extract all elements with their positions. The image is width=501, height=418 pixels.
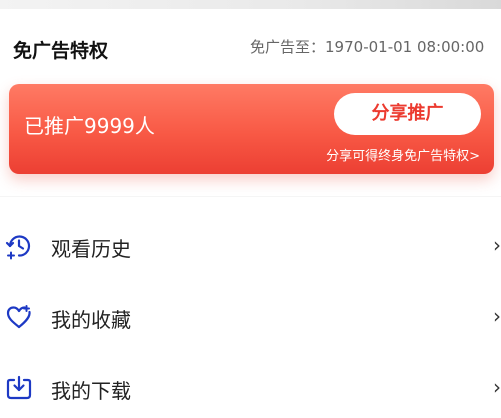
menu-label-favorites: 我的收藏 (51, 308, 131, 332)
chevron-right-icon: › (493, 304, 501, 328)
chevron-right-icon: › (493, 233, 501, 257)
vip-expire-date: 1970-01-01 08:00:00 (325, 38, 485, 56)
menu-item-favorites[interactable]: 我的收藏 › (0, 287, 501, 347)
share-promote-button[interactable]: 分享推广 (334, 93, 481, 135)
menu-label-history: 观看历史 (51, 237, 131, 261)
menu-item-history[interactable]: 观看历史 › (0, 216, 501, 276)
vip-title: 免广告特权 (13, 40, 109, 62)
menu-item-downloads[interactable]: 我的下载 › (0, 358, 501, 418)
vip-expire-label: 免广告至： (250, 38, 326, 56)
promo-note-link[interactable]: 分享可得终身免广告特权> (326, 145, 480, 164)
promo-banner: 已推广9999人 分享推广 分享可得终身免广告特权> (9, 84, 494, 174)
download-icon (5, 374, 33, 402)
vip-expire: 免广告至：1970-01-01 08:00:00 (250, 36, 484, 57)
history-icon (5, 232, 33, 260)
promo-count: 已推广9999人 (24, 114, 155, 138)
divider (0, 196, 501, 197)
chevron-right-icon: › (493, 375, 501, 399)
header-background (0, 0, 501, 9)
heart-icon (5, 303, 33, 331)
